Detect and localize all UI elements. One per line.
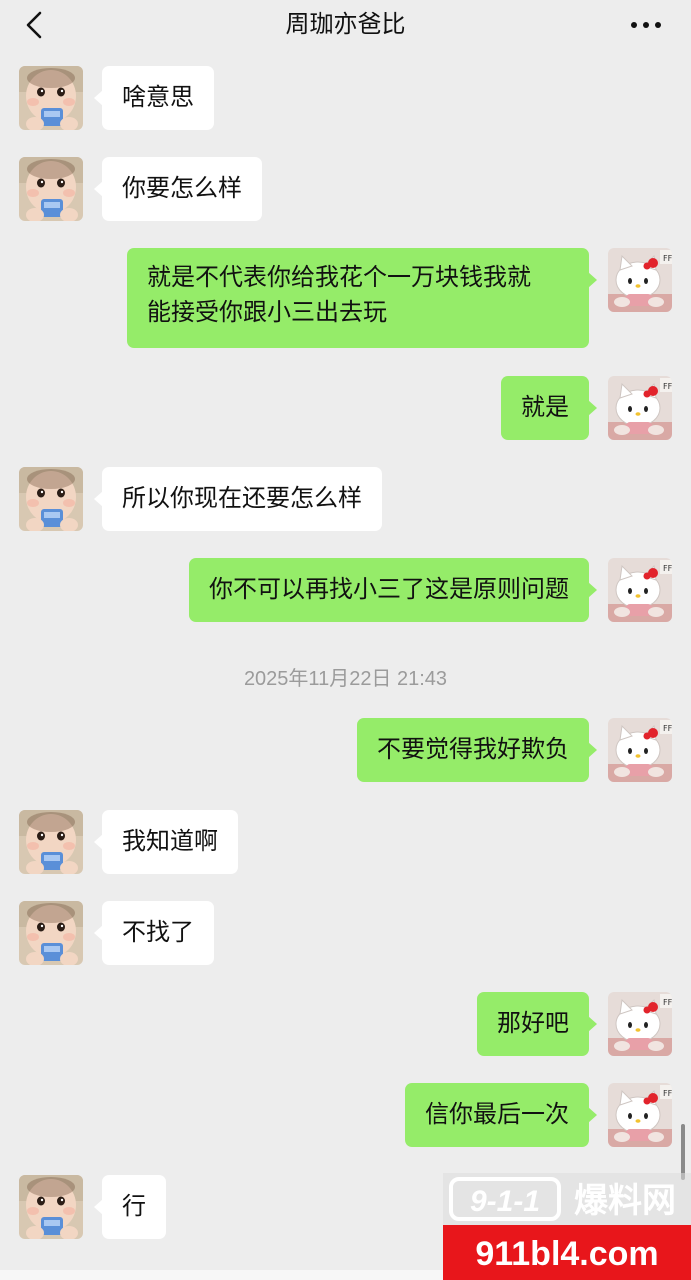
message-row: 不要觉得我好欺负: [0, 718, 691, 782]
message-text: 你不可以再找小三了这是原则问题: [209, 576, 569, 603]
chat-header: 周珈亦爸比: [0, 0, 691, 52]
self-avatar[interactable]: [608, 248, 672, 312]
received-message-bubble[interactable]: 我知道啊: [94, 810, 238, 874]
sent-message-bubble[interactable]: 不要觉得我好欺负: [357, 718, 597, 782]
contact-avatar[interactable]: [19, 1175, 83, 1239]
contact-avatar[interactable]: [19, 66, 83, 130]
message-row: 不找了: [0, 901, 691, 965]
message-text: 所以你现在还要怎么样: [122, 485, 362, 512]
received-message-bubble[interactable]: 行: [94, 1175, 166, 1239]
chat-timestamp: 2025年11月22日 21:43: [243, 668, 448, 690]
self-avatar[interactable]: [608, 1083, 672, 1147]
more-options-icon[interactable]: [629, 13, 663, 37]
message-row: 你不可以再找小三了这是原则问题: [0, 558, 691, 622]
message-row: 信你最后一次: [0, 1083, 691, 1147]
sent-message-bubble[interactable]: 信你最后一次: [405, 1083, 597, 1147]
sent-message-bubble[interactable]: 就是不代表你给我花个一万块钱我就 能接受你跟小三出去玩: [127, 248, 597, 348]
watermark-logo: 9-1-1 爆料网 911bl4.com: [443, 1173, 691, 1280]
sent-message-bubble[interactable]: 就是: [501, 376, 597, 440]
message-row: 你要怎么样: [0, 157, 691, 221]
message-row: 我知道啊: [0, 810, 691, 874]
message-text: 那好吧: [497, 1010, 569, 1037]
message-text-line: 就是不代表你给我花个一万块钱我就: [147, 264, 531, 291]
message-row: 啥意思: [0, 66, 691, 130]
message-text: 不要觉得我好欺负: [377, 736, 569, 763]
self-avatar[interactable]: [608, 718, 672, 782]
contact-avatar[interactable]: [19, 810, 83, 874]
scrollbar-thumb[interactable]: [681, 1124, 685, 1180]
message-text-line: 能接受你跟小三出去玩: [147, 299, 387, 326]
self-avatar[interactable]: [608, 558, 672, 622]
watermark-name: 爆料网: [574, 1181, 676, 1221]
message-text: 不找了: [122, 919, 194, 946]
message-row: 那好吧: [0, 992, 691, 1056]
contact-avatar[interactable]: [19, 467, 83, 531]
message-text: 行: [122, 1193, 146, 1220]
self-avatar[interactable]: [608, 992, 672, 1056]
received-message-bubble[interactable]: 所以你现在还要怎么样: [94, 467, 382, 531]
received-message-bubble[interactable]: 不找了: [94, 901, 214, 965]
contact-avatar[interactable]: [19, 157, 83, 221]
received-message-bubble[interactable]: 啥意思: [94, 66, 214, 130]
message-text: 就是: [521, 394, 569, 421]
sent-message-bubble[interactable]: 你不可以再找小三了这是原则问题: [189, 558, 597, 622]
message-text: 信你最后一次: [425, 1101, 569, 1128]
sent-message-bubble[interactable]: 那好吧: [477, 992, 597, 1056]
message-row: 就是: [0, 376, 691, 440]
message-text: 你要怎么样: [122, 175, 242, 202]
chat-title: 周珈亦爸比: [285, 11, 406, 38]
received-message-bubble[interactable]: 你要怎么样: [94, 157, 262, 221]
message-row: 就是不代表你给我花个一万块钱我就 能接受你跟小三出去玩: [0, 248, 691, 348]
watermark-url: 911bl4.com: [475, 1235, 658, 1273]
message-text: 我知道啊: [122, 828, 218, 855]
message-text: 啥意思: [122, 84, 194, 111]
self-avatar[interactable]: [608, 376, 672, 440]
contact-avatar[interactable]: [19, 901, 83, 965]
message-row: 所以你现在还要怎么样: [0, 467, 691, 531]
watermark-brand: 9-1-1: [470, 1185, 540, 1218]
